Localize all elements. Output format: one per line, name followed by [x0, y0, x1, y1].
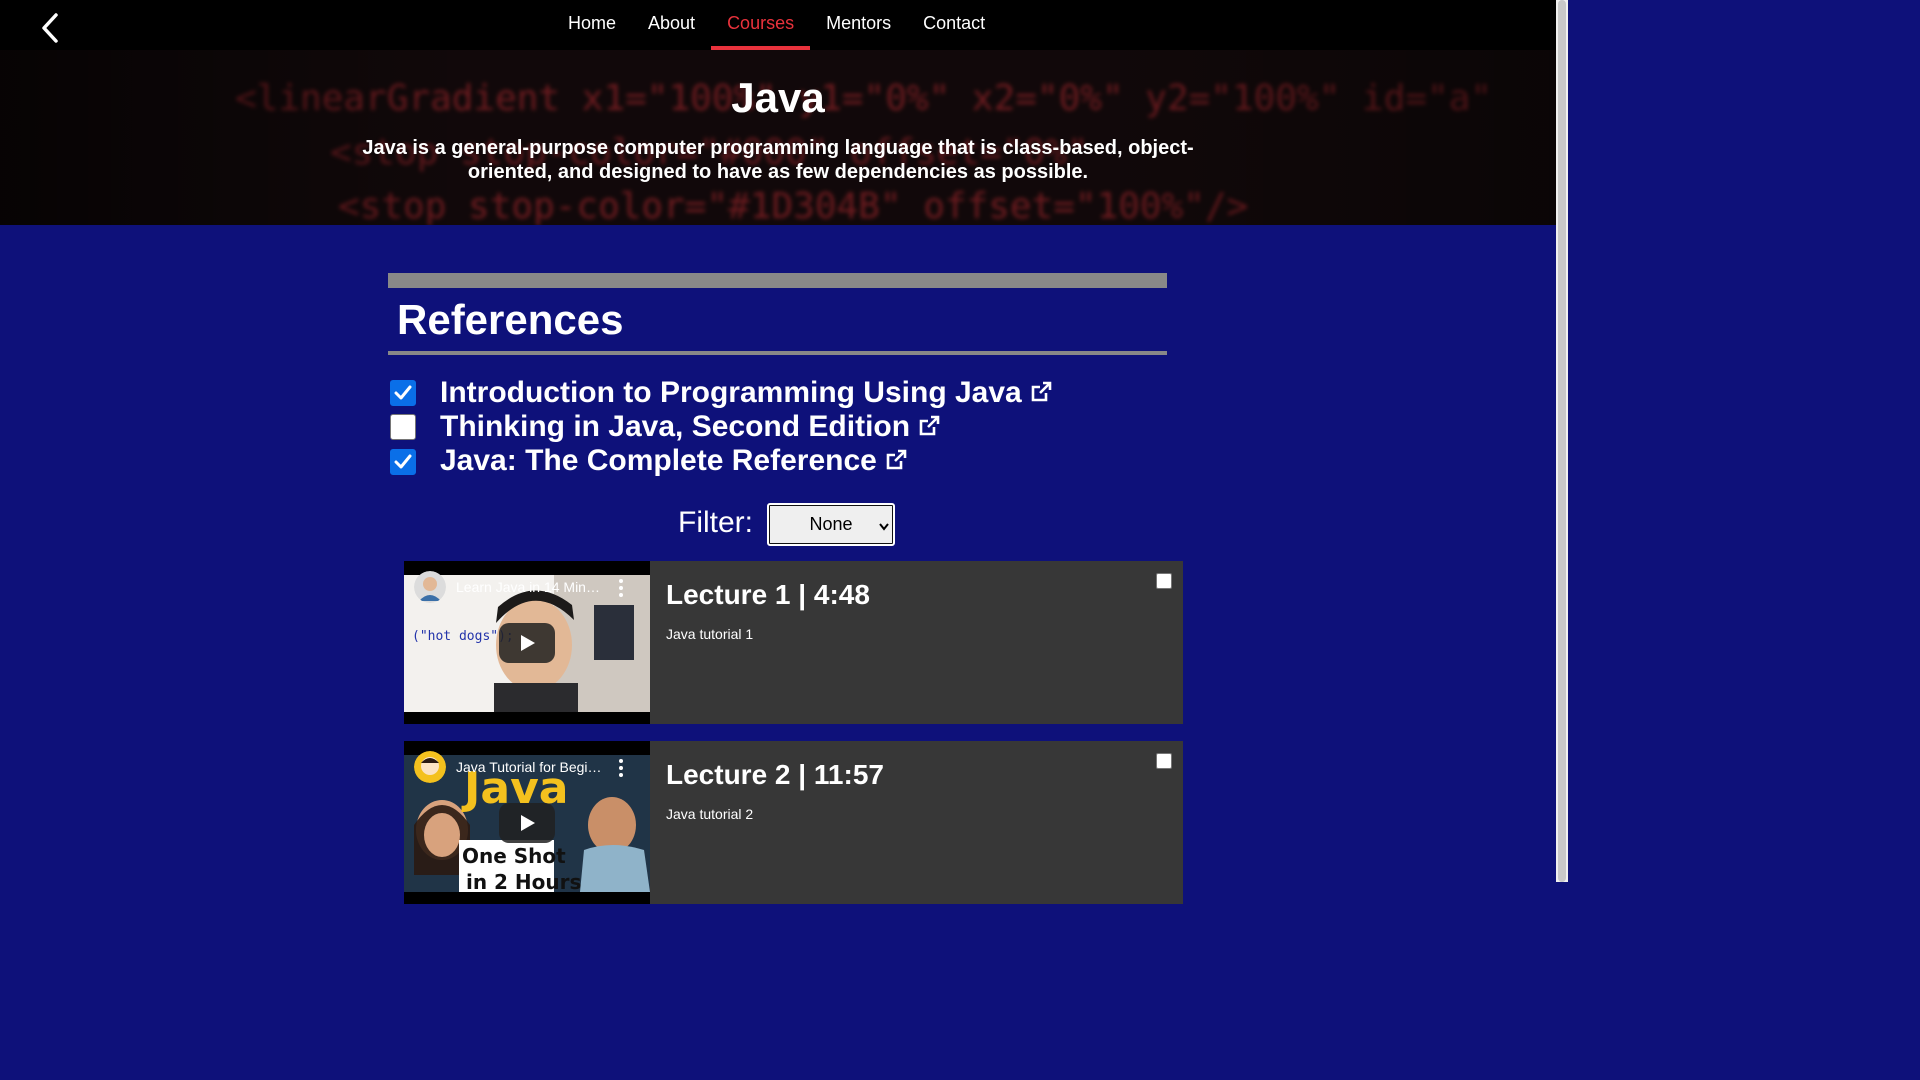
lecture-title: Lecture 1 | 4:48 [666, 579, 870, 610]
filter-dropdown[interactable]: None [767, 503, 895, 546]
references-heading: References [397, 296, 624, 343]
section-top-bar [388, 273, 1167, 288]
lecture-title: Lecture 2 | 11:57 [666, 759, 884, 790]
reference-link[interactable]: Thinking in Java, Second Edition [440, 410, 940, 445]
filter-label: Filter: [678, 506, 753, 539]
more-options-icon[interactable] [616, 577, 626, 599]
references-list: Introduction to Programming Using Java T… [390, 376, 1052, 479]
reference-label: Introduction to Programming Using Java [440, 375, 1022, 409]
reference-checkbox[interactable] [390, 380, 416, 407]
play-icon [521, 635, 535, 651]
nav-home[interactable]: Home [552, 0, 632, 50]
reference-label: Java: The Complete Reference [440, 444, 877, 478]
channel-avatar [414, 751, 446, 783]
nav-mentors[interactable]: Mentors [810, 0, 907, 50]
reference-label: Thinking in Java, Second Edition [440, 409, 911, 443]
reference-checkbox[interactable] [390, 448, 416, 475]
reference-link[interactable]: Introduction to Programming Using Java [440, 376, 1052, 411]
nav-about[interactable]: About [632, 0, 711, 50]
play-button[interactable] [499, 803, 555, 843]
reference-item: Thinking in Java, Second Edition [390, 410, 1052, 444]
page-scrollbar[interactable] [1556, 0, 1568, 882]
nav-contact[interactable]: Contact [907, 0, 1001, 50]
top-navbar: Home About Courses Mentors Contact [0, 0, 1556, 50]
course-description: Java is a general-purpose computer progr… [362, 137, 1194, 183]
back-arrow-icon[interactable] [36, 12, 64, 44]
main-nav: Home About Courses Mentors Contact [552, 0, 1001, 50]
lecture-card: Java One Shot in 2 Hours Java Tutorial f… [404, 741, 1183, 904]
video-title: Learn Java in 14 Minutes (seriously) [456, 579, 606, 595]
divider [388, 351, 1167, 355]
more-options-icon[interactable] [616, 757, 626, 779]
reference-item: Introduction to Programming Using Java [390, 376, 1052, 410]
filter-selected-value: None [809, 514, 853, 534]
lecture-card: ("hot dogs"); Learn Java in 14 Minutes (… [404, 561, 1183, 724]
reference-link[interactable]: Java: The Complete Reference [440, 444, 907, 479]
video-embed[interactable]: ("hot dogs"); Learn Java in 14 Minutes (… [404, 561, 650, 724]
nav-courses[interactable]: Courses [711, 0, 811, 50]
lecture-complete-checkbox[interactable] [1156, 753, 1172, 769]
lecture-description: Java tutorial 2 [666, 806, 754, 822]
lecture-complete-checkbox[interactable] [1156, 573, 1172, 589]
scrollbar-thumb[interactable] [1558, 0, 1566, 882]
play-button[interactable] [499, 623, 555, 663]
external-link-icon [918, 411, 940, 445]
video-title: Java Tutorial for Beginners [456, 759, 606, 775]
thumb-oneshot-text: One Shot [462, 844, 566, 868]
lecture-description: Java tutorial 1 [666, 626, 754, 642]
chevron-down-icon [879, 518, 889, 539]
hero-banner: <linearGradient x1="100%" y1="0%" x2="0%… [0, 50, 1556, 225]
reference-item: Java: The Complete Reference [390, 444, 1052, 479]
thumb-hours-text: in 2 Hours [466, 870, 581, 892]
play-icon [521, 815, 535, 831]
channel-avatar [414, 571, 446, 603]
reference-checkbox[interactable] [390, 414, 416, 441]
page-title: Java [731, 74, 825, 121]
external-link-icon [1030, 377, 1052, 411]
video-embed[interactable]: Java One Shot in 2 Hours Java Tutorial f… [404, 741, 650, 904]
external-link-icon [885, 445, 907, 479]
